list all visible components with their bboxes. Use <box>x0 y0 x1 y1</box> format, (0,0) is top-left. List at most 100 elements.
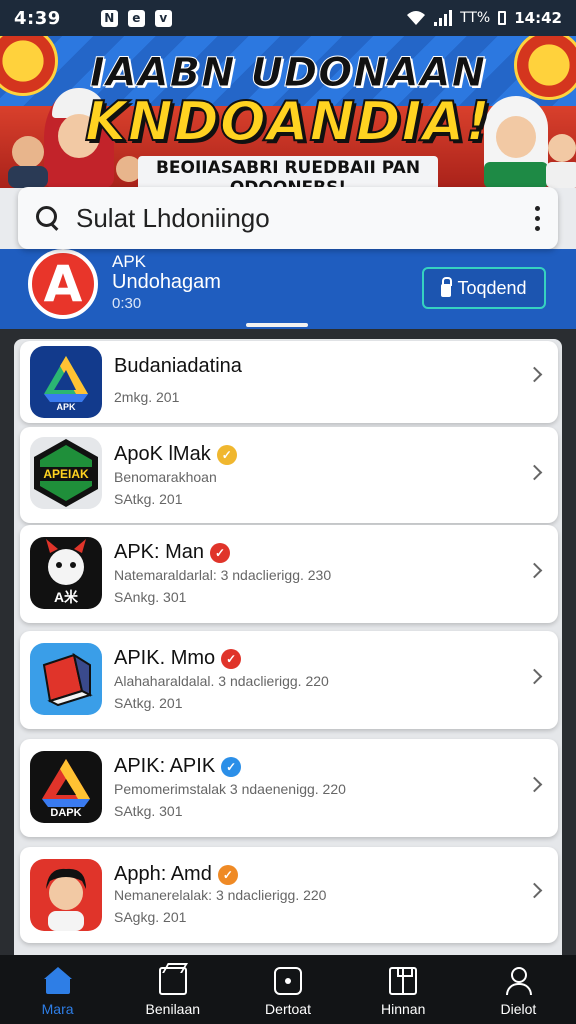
book-icon <box>389 967 418 995</box>
notification-icon: N <box>100 9 118 27</box>
more-options-icon[interactable] <box>535 205 540 231</box>
search-icon[interactable] <box>36 206 60 230</box>
featured-app-logo: A <box>28 249 98 319</box>
banner-tagline: BEOIIASABRI RUEDBAII PAN ODOONEBS! <box>138 156 438 188</box>
verified-badge-icon: ✓ <box>216 444 237 465</box>
app-list-item[interactable]: Apph: Amd ✓ Nemanerelalak: 3 ndaclierigg… <box>20 847 558 943</box>
home-icon <box>43 967 72 995</box>
app-meta: SAnkg. 301 <box>114 589 187 605</box>
app-name-text: ApoK lMak <box>114 443 211 465</box>
app-icon <box>30 859 102 931</box>
featured-app-info: APK Undohagam 0:30 <box>112 253 221 315</box>
app-meta: SAtkg. 201 <box>114 491 183 507</box>
nav-library[interactable]: Hinnan <box>346 955 461 1024</box>
nav-label: Dielot <box>500 1001 537 1017</box>
download-button[interactable]: Toqdend <box>422 267 546 309</box>
nav-label: Mara <box>41 1001 74 1017</box>
app-icon-label: APK <box>56 402 76 412</box>
app-list: APK Budaniadatina 2mkg. 201 APEIAK ApoK … <box>14 339 562 955</box>
app-meta: 2mkg. 201 <box>114 389 180 405</box>
nav-downloads[interactable]: Dertoat <box>230 955 345 1024</box>
app-description: Pemomerimstalak 3 ndaenenigg. 220 <box>114 781 346 797</box>
app-list-item[interactable]: A米 APK: Man ✓ Natemaraldarlal: 3 ndaclie… <box>20 525 558 623</box>
featured-app-label: APK <box>112 252 147 271</box>
featured-app[interactable]: A APK Undohagam 0:30 Toqdend <box>0 249 576 329</box>
status-notifications: N e v <box>100 9 172 27</box>
chevron-right-icon[interactable] <box>526 562 543 579</box>
app-screen: 4:39 N e v TT% 14:42 IAABN UDONAAN KNDOA… <box>0 0 576 1024</box>
search-bar[interactable]: Sulat Lhdoniingo <box>18 187 558 249</box>
app-description: Nemanerelalak: 3 ndaclierigg. 220 <box>114 887 327 903</box>
app-icon: DAPK <box>30 751 102 823</box>
user-icon <box>504 967 533 995</box>
chevron-right-icon[interactable] <box>526 776 543 793</box>
app-list-container: APK Budaniadatina 2mkg. 201 APEIAK ApoK … <box>0 329 576 955</box>
app-description: Benomarakhoan <box>114 469 217 485</box>
app-icon-label: DAPK <box>50 807 82 819</box>
app-description: Alahaharaldalal. 3 ndaclierigg. 220 <box>114 673 329 689</box>
chevron-right-icon[interactable] <box>526 882 543 899</box>
nav-home[interactable]: Mara <box>0 955 115 1024</box>
app-list-item[interactable]: APK Budaniadatina 2mkg. 201 <box>20 341 558 423</box>
app-list-item[interactable]: APIK. Mmo ✓ Alahaharaldalal. 3 ndaclieri… <box>20 631 558 729</box>
app-name-text: Budaniadatina <box>114 355 242 377</box>
verified-badge-icon: ✓ <box>210 542 231 563</box>
nav-profile[interactable]: Dielot <box>461 955 576 1024</box>
nav-label: Hinnan <box>381 1001 426 1017</box>
promo-banner[interactable]: IAABN UDONAAN KNDOANDIA! BEOIIASABRI RUE… <box>0 36 576 188</box>
app-name: ApoK lMak ✓ <box>114 443 237 466</box>
network-label: TT% <box>460 10 491 26</box>
avatar-logo-icon <box>46 868 86 931</box>
status-time: 4:39 <box>14 7 61 29</box>
lock-icon <box>441 276 453 297</box>
verified-badge-icon: ✓ <box>221 648 242 669</box>
status-bar: 4:39 N e v TT% 14:42 <box>0 0 576 36</box>
app-name: APK: Man ✓ <box>114 541 231 564</box>
box-icon <box>158 967 187 995</box>
app-icon: APK <box>30 346 102 418</box>
battery-icon <box>498 11 507 25</box>
banner-subtitle: KNDOANDIA! <box>84 89 492 154</box>
status-clock: 14:42 <box>514 9 562 27</box>
app-icon: APEIAK <box>30 437 102 509</box>
app-name: APIK: APIK ✓ <box>114 755 242 778</box>
nav-categories[interactable]: Benilaan <box>115 955 230 1024</box>
download-icon <box>274 967 302 995</box>
verified-badge-icon: ✓ <box>221 756 242 777</box>
app-meta: SAtkg. 301 <box>114 803 183 819</box>
notification-icon: v <box>154 9 172 27</box>
app-name-text: Apph: Amd <box>114 863 212 885</box>
download-button-label: Toqdend <box>457 277 527 298</box>
app-list-item[interactable]: DAPK APIK: APIK ✓ Pemomerimstalak 3 ndae… <box>20 739 558 837</box>
chevron-right-icon[interactable] <box>526 668 543 685</box>
app-icon-label: A米 <box>53 589 79 605</box>
app-list-item[interactable]: APEIAK ApoK lMak ✓ Benomarakhoan SAtkg. … <box>20 427 558 523</box>
app-name-text: APK: Man <box>114 541 205 563</box>
wifi-icon <box>407 11 426 25</box>
app-icon <box>30 643 102 715</box>
featured-app-meta: 0:30 <box>112 295 142 312</box>
app-name: Apph: Amd ✓ <box>114 863 238 886</box>
app-icon-label: APEIAK <box>43 467 89 481</box>
app-name-text: APIK. Mmo <box>114 647 216 669</box>
notification-icon: e <box>127 9 145 27</box>
chevron-right-icon[interactable] <box>526 464 543 481</box>
chevron-right-icon[interactable] <box>526 366 543 383</box>
app-name-text: APIK: APIK <box>114 755 216 777</box>
search-input[interactable]: Sulat Lhdoniingo <box>76 203 270 234</box>
verified-badge-icon: ✓ <box>217 864 238 885</box>
app-meta: SAgkg. 201 <box>114 909 187 925</box>
apk-logo-icon: A <box>43 255 83 313</box>
status-right: TT% 14:42 <box>406 9 562 27</box>
box-logo-icon <box>42 652 93 707</box>
bottom-navigation: Mara Benilaan Dertoat Hinnan Dielot <box>0 955 576 1024</box>
app-name: APIK. Mmo ✓ <box>114 647 242 670</box>
app-name: Budaniadatina <box>114 355 242 378</box>
app-description: Natemaraldarlal: 3 ndaclierigg. 230 <box>114 567 332 583</box>
signal-icon <box>434 10 453 26</box>
featured-app-name: Undohagam <box>112 271 221 293</box>
carousel-indicator <box>246 323 308 327</box>
app-meta: SAtkg. 201 <box>114 695 183 711</box>
nav-label: Benilaan <box>145 1001 201 1017</box>
nav-label: Dertoat <box>265 1001 311 1017</box>
